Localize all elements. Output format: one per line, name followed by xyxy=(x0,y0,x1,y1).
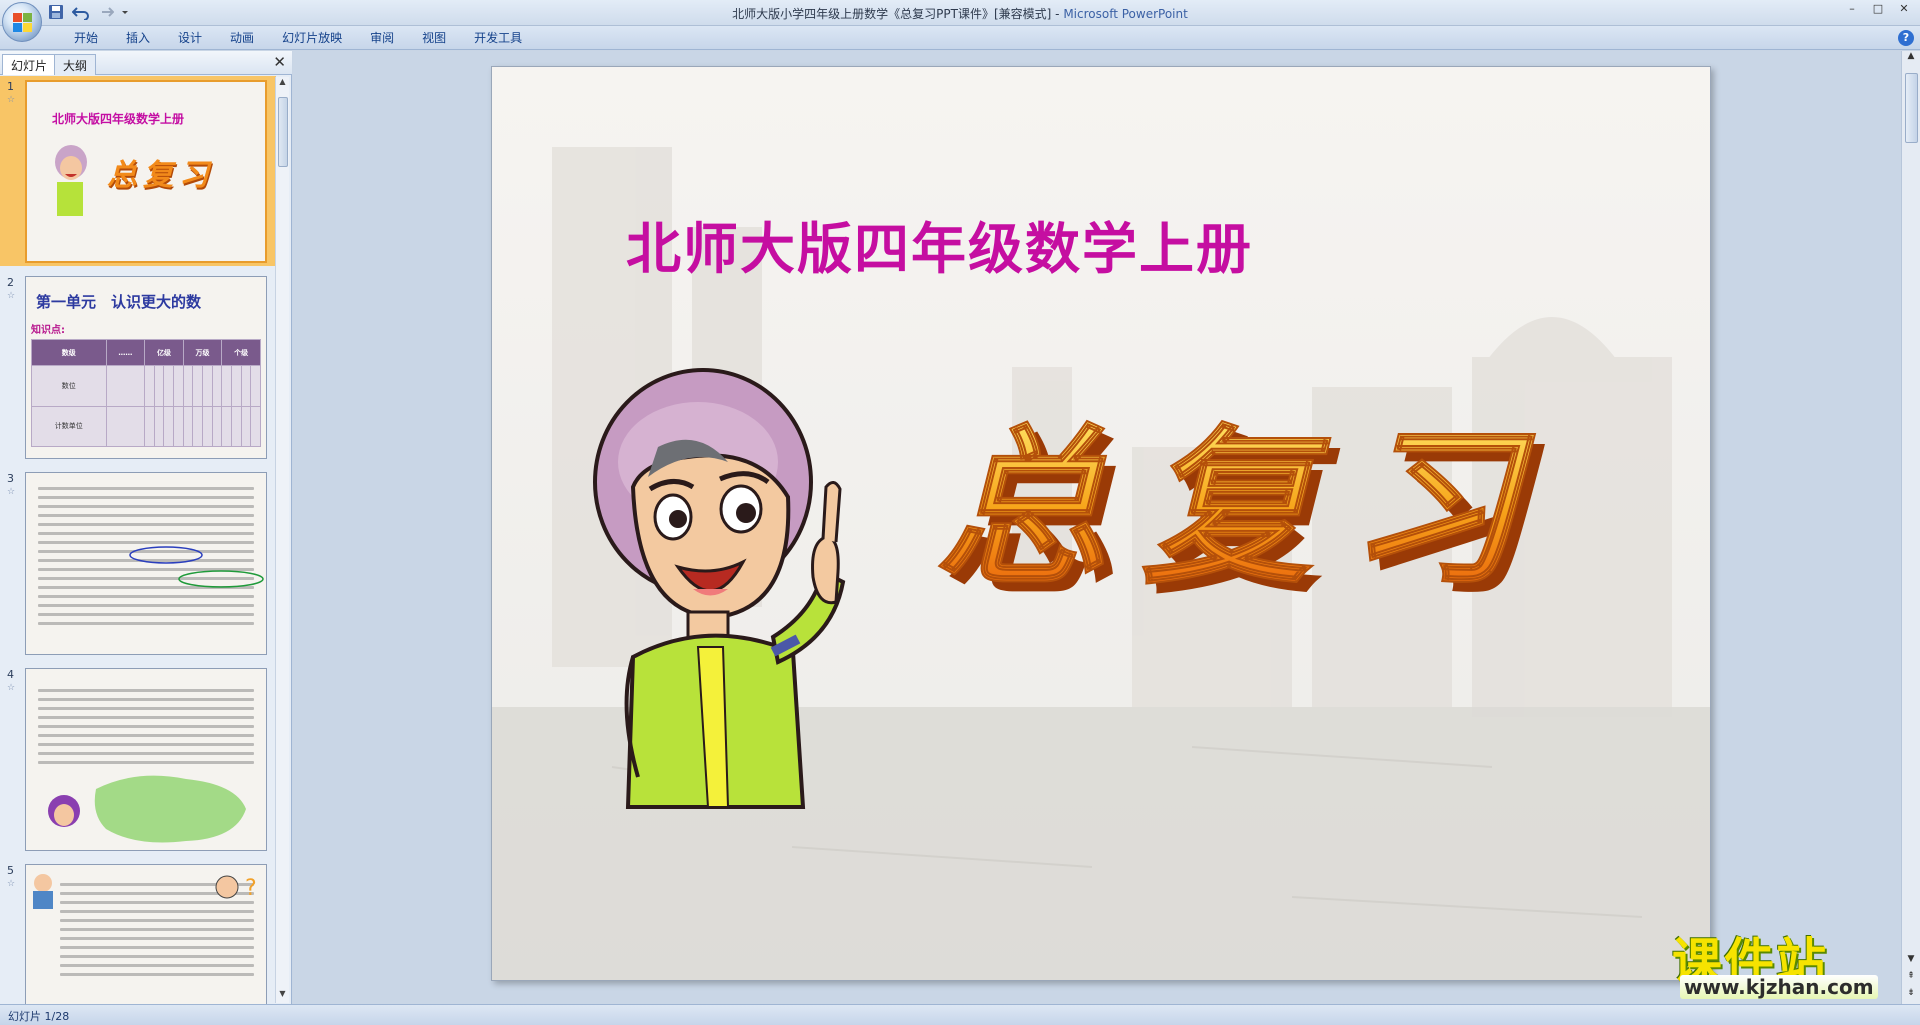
animation-star-icon: ☆ xyxy=(7,683,16,693)
previous-slide-icon[interactable]: ⇞ xyxy=(1902,971,1920,987)
scroll-thumb[interactable] xyxy=(1905,73,1918,143)
tab-insert[interactable]: 插入 xyxy=(112,30,164,46)
slide-number: 3 xyxy=(7,472,14,485)
slide-counter: 幻灯片 1/28 xyxy=(8,1010,70,1023)
scroll-down-icon[interactable]: ▼ xyxy=(276,989,289,1003)
tab-home[interactable]: 开始 xyxy=(60,30,112,46)
close-button[interactable]: ✕ xyxy=(1892,2,1916,18)
window-controls: – □ ✕ xyxy=(1840,2,1916,18)
table-cell: 计数单位 xyxy=(31,405,107,448)
slide-number: 2 xyxy=(7,276,14,289)
scroll-up-icon[interactable]: ▲ xyxy=(276,77,289,91)
scroll-up-icon[interactable]: ▲ xyxy=(1902,51,1920,67)
title-bar: 北师大版小学四年级上册数学《总复习PPT课件》[兼容模式] - Microsof… xyxy=(0,0,1920,42)
slide-title[interactable]: 北师大版四年级数学上册 xyxy=(626,204,1253,284)
slide-number: 4 xyxy=(7,668,14,681)
window-title: 北师大版小学四年级上册数学《总复习PPT课件》[兼容模式] - Microsof… xyxy=(732,7,1188,21)
animation-star-icon: ☆ xyxy=(7,95,16,105)
slide-thumbnail-3[interactable]: 3 ☆ xyxy=(0,468,276,658)
cartoon-girl-pointing-image[interactable] xyxy=(578,367,878,817)
pane-tabs: 幻灯片 大纲 ✕ xyxy=(0,51,292,75)
scroll-down-icon[interactable]: ▼ xyxy=(1902,954,1920,970)
table-header: 万级 xyxy=(182,338,223,367)
wordart-text: 总复习 xyxy=(936,408,1554,608)
thumb-knowledge-label: 知识点: xyxy=(31,325,65,336)
slide-thumbnail-list: 1 ☆ 北师大版四年级数学上册 总复习 2 ☆ 第一单元 认识更大的数 知识点: xyxy=(0,76,276,1004)
table-cell: 数位 xyxy=(31,365,107,407)
slide-number: 1 xyxy=(7,80,14,93)
office-button[interactable] xyxy=(2,2,42,42)
table-header: …… xyxy=(105,338,146,367)
thumb-text-block xyxy=(38,689,254,770)
student-icon xyxy=(33,874,53,909)
thumb-title: 北师大版四年级数学上册 xyxy=(52,112,185,126)
pane-scrollbar[interactable]: ▲ ▼ xyxy=(275,77,289,1003)
animation-star-icon: ☆ xyxy=(7,291,16,301)
tab-slideshow[interactable]: 幻灯片放映 xyxy=(268,30,356,46)
slide-vertical-scrollbar[interactable]: ▲ ▼ ⇞ ⇟ xyxy=(1901,51,1920,1004)
slide-thumb-preview: 第一单元 认识更大的数 知识点: 数级 …… 亿级 万级 个级 数位 计数单位 xyxy=(25,276,267,459)
slide-thumb-preview: ? xyxy=(25,864,267,1004)
tab-review[interactable]: 审阅 xyxy=(356,30,408,46)
svg-text:?: ? xyxy=(245,876,257,901)
minimize-button[interactable]: – xyxy=(1840,2,1864,18)
scroll-thumb[interactable] xyxy=(278,97,288,167)
status-bar: 幻灯片 1/28 xyxy=(0,1004,1920,1025)
slide-thumbnail-4[interactable]: 4 ☆ xyxy=(0,664,276,854)
annotation-ellipses xyxy=(129,546,264,588)
slide-canvas[interactable]: 北师大版四年级数学上册 总复习 总复习 xyxy=(491,66,1711,981)
tab-view[interactable]: 视图 xyxy=(408,30,460,46)
thumb-place-value-table: 数级 …… 亿级 万级 个级 数位 计数单位 xyxy=(31,338,261,448)
table-header: 个级 xyxy=(221,338,261,367)
slides-pane: 幻灯片 大纲 ✕ 1 ☆ 北师大版四年级数学上册 总复习 2 ☆ 第一单元 认识… xyxy=(0,51,292,1004)
thumb-wordart: 总复习 xyxy=(107,158,215,193)
close-pane-icon[interactable]: ✕ xyxy=(273,53,286,71)
next-slide-icon[interactable]: ⇟ xyxy=(1902,988,1920,1004)
slide-thumbnail-5[interactable]: 5 ☆ ? xyxy=(0,860,276,1004)
table-header: 数级 xyxy=(31,338,107,367)
slide-thumb-preview xyxy=(25,668,267,851)
tab-design[interactable]: 设计 xyxy=(164,30,216,46)
wordart-graphic[interactable]: 总复习 总复习 xyxy=(932,407,1652,627)
tab-developer[interactable]: 开发工具 xyxy=(460,30,536,46)
thumb-title: 第一单元 认识更大的数 xyxy=(36,293,202,311)
ribbon-tab-bar: 开始 插入 设计 动画 幻灯片放映 审阅 视图 开发工具 ? xyxy=(0,26,1920,50)
tab-animations[interactable]: 动画 xyxy=(216,30,268,46)
slide-thumb-preview: 北师大版四年级数学上册 总复习 xyxy=(25,80,267,263)
table-header: 亿级 xyxy=(144,338,184,367)
help-icon[interactable]: ? xyxy=(1898,30,1914,46)
cartoon-girl-image xyxy=(55,145,87,216)
slide-thumbnail-1[interactable]: 1 ☆ 北师大版四年级数学上册 总复习 xyxy=(0,76,276,266)
maximize-button[interactable]: □ xyxy=(1866,2,1890,18)
office-logo-icon xyxy=(13,13,33,33)
watermark-url: www.kjzhan.com xyxy=(1680,975,1878,999)
animation-star-icon: ☆ xyxy=(7,487,16,497)
slide-thumbnail-2[interactable]: 2 ☆ 第一单元 认识更大的数 知识点: 数级 …… 亿级 万级 个级 数位 计… xyxy=(0,272,276,462)
tab-slides[interactable]: 幻灯片 xyxy=(2,54,57,75)
china-map-image xyxy=(48,775,246,843)
animation-star-icon: ☆ xyxy=(7,879,16,889)
thinking-character-icon: ? xyxy=(215,875,257,901)
tab-outline[interactable]: 大纲 xyxy=(54,54,97,75)
slide-number: 5 xyxy=(7,864,14,877)
slide-thumb-preview xyxy=(25,472,267,655)
